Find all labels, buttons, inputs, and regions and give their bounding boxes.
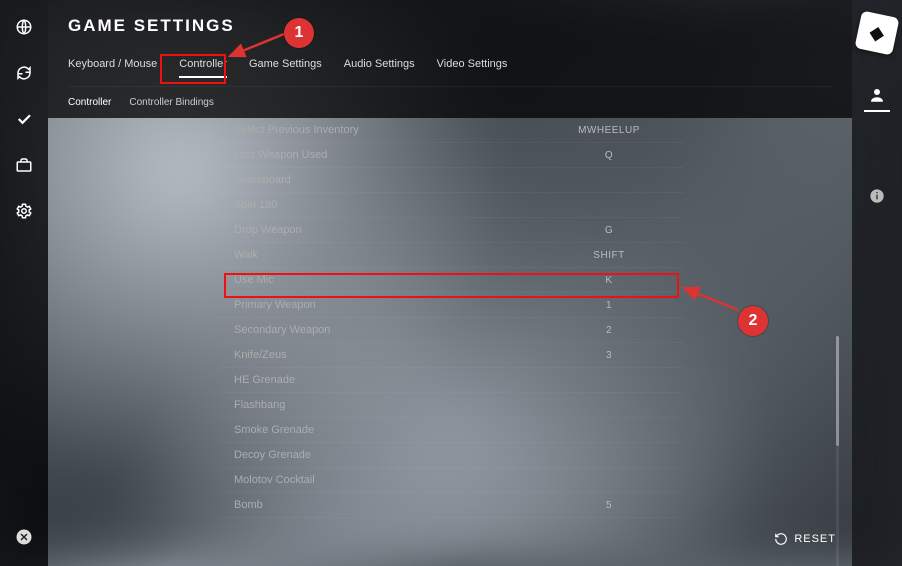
binding-row[interactable]: Knife/Zeus3 bbox=[220, 343, 684, 368]
binding-row[interactable]: Molotov Cocktail bbox=[220, 468, 684, 493]
binding-label: Molotov Cocktail bbox=[220, 474, 534, 486]
binding-value[interactable]: Q bbox=[534, 150, 684, 161]
binding-row[interactable]: WalkSHIFT bbox=[220, 243, 684, 268]
binding-row[interactable]: HE Grenade bbox=[220, 368, 684, 393]
binding-row[interactable]: Decoy Grenade bbox=[220, 443, 684, 468]
binding-value[interactable]: K bbox=[534, 275, 684, 286]
settings-content: Select Previous InventoryMWHEELUPLast We… bbox=[48, 118, 852, 566]
binding-row[interactable]: Flashbang bbox=[220, 393, 684, 418]
binding-label: Walk bbox=[220, 249, 534, 261]
user-icon[interactable] bbox=[864, 86, 890, 112]
reset-button[interactable]: RESET bbox=[774, 532, 836, 546]
binding-label: Use Mic bbox=[220, 274, 534, 286]
binding-value[interactable]: SHIFT bbox=[534, 250, 684, 261]
subtab-controller[interactable]: Controller bbox=[68, 97, 111, 108]
scrollbar[interactable] bbox=[836, 336, 839, 566]
app-badge-icon[interactable]: ◆ bbox=[854, 10, 899, 55]
binding-label: Spin 180 bbox=[220, 199, 534, 211]
binding-row[interactable]: Select Previous InventoryMWHEELUP bbox=[220, 118, 684, 143]
binding-value[interactable]: 2 bbox=[534, 325, 684, 336]
binding-value[interactable]: MWHEELUP bbox=[534, 125, 684, 136]
right-rail: ◆ bbox=[852, 0, 902, 566]
tab-audio-settings[interactable]: Audio Settings bbox=[344, 54, 415, 76]
binding-row[interactable]: Spin 180 bbox=[220, 193, 684, 218]
binding-row[interactable]: Last Weapon UsedQ bbox=[220, 143, 684, 168]
binding-value[interactable]: G bbox=[534, 225, 684, 236]
binding-row[interactable]: Scoreboard bbox=[220, 168, 684, 193]
main-tabs: Keyboard / Mouse Controller Game Setting… bbox=[68, 54, 832, 86]
tab-keyboard-mouse[interactable]: Keyboard / Mouse bbox=[68, 54, 157, 76]
annotation-marker-2: 2 bbox=[738, 306, 768, 336]
binding-label: Primary Weapon bbox=[220, 299, 534, 311]
binding-label: Smoke Grenade bbox=[220, 424, 534, 436]
binding-row[interactable]: Smoke Grenade bbox=[220, 418, 684, 443]
briefcase-icon[interactable] bbox=[15, 156, 33, 174]
binding-row[interactable]: Drop WeaponG bbox=[220, 218, 684, 243]
tab-video-settings[interactable]: Video Settings bbox=[437, 54, 508, 76]
gear-icon[interactable] bbox=[15, 202, 33, 220]
binding-row[interactable]: Primary Weapon1 bbox=[220, 293, 684, 318]
annotation-marker-1: 1 bbox=[284, 18, 314, 48]
sub-tabs: Controller Controller Bindings bbox=[68, 86, 832, 118]
binding-label: Secondary Weapon bbox=[220, 324, 534, 336]
binding-value[interactable]: 5 bbox=[534, 500, 684, 511]
binding-label: Knife/Zeus bbox=[220, 349, 534, 361]
page-title: GAME SETTINGS bbox=[68, 16, 832, 36]
reset-label: RESET bbox=[794, 533, 836, 545]
left-nav-rail bbox=[0, 0, 48, 566]
binding-label: Select Previous Inventory bbox=[220, 124, 534, 136]
tab-game-settings[interactable]: Game Settings bbox=[249, 54, 322, 76]
binding-value[interactable]: 3 bbox=[534, 350, 684, 361]
binding-row[interactable]: Bomb5 bbox=[220, 493, 684, 518]
binding-label: Decoy Grenade bbox=[220, 449, 534, 461]
close-icon[interactable] bbox=[15, 528, 33, 546]
binding-label: Flashbang bbox=[220, 399, 534, 411]
bindings-list: Select Previous InventoryMWHEELUPLast We… bbox=[220, 118, 684, 518]
globe-icon[interactable] bbox=[15, 18, 33, 36]
check-icon[interactable] bbox=[15, 110, 33, 128]
tab-controller[interactable]: Controller bbox=[179, 54, 227, 78]
binding-label: HE Grenade bbox=[220, 374, 534, 386]
subtab-controller-bindings[interactable]: Controller Bindings bbox=[129, 97, 214, 108]
binding-label: Scoreboard bbox=[220, 174, 534, 186]
binding-row[interactable]: Use MicK bbox=[220, 268, 684, 293]
settings-header: GAME SETTINGS Keyboard / Mouse Controlle… bbox=[48, 0, 852, 118]
binding-value[interactable]: 1 bbox=[534, 300, 684, 311]
binding-label: Last Weapon Used bbox=[220, 149, 534, 161]
binding-label: Drop Weapon bbox=[220, 224, 534, 236]
reset-icon bbox=[774, 532, 788, 546]
binding-row[interactable]: Secondary Weapon2 bbox=[220, 318, 684, 343]
binding-label: Bomb bbox=[220, 499, 534, 511]
info-icon[interactable] bbox=[869, 188, 885, 209]
sync-icon[interactable] bbox=[15, 64, 33, 82]
